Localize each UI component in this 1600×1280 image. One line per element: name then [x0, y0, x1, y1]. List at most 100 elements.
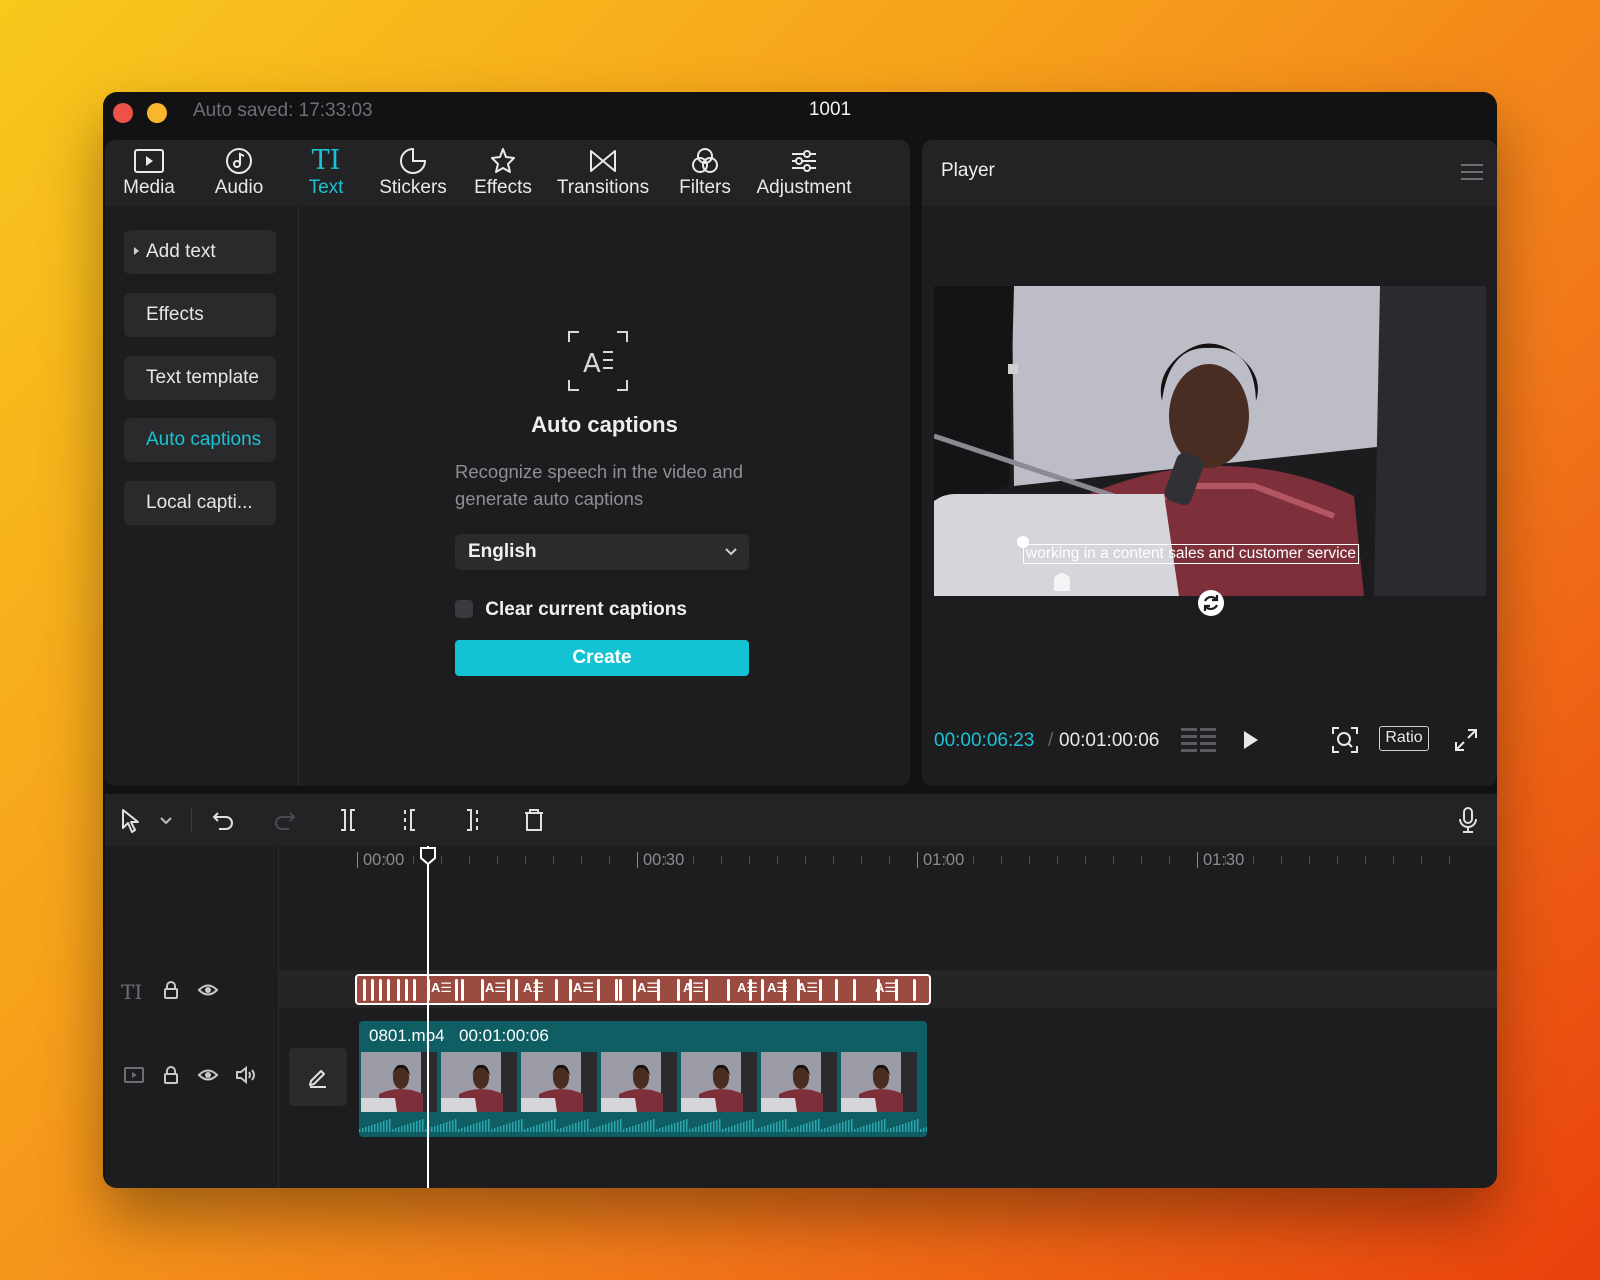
sidebar-item-effects[interactable]: Effects: [124, 293, 276, 337]
caption-segment-divider: [387, 979, 390, 1001]
tab-media-label: Media: [123, 177, 175, 198]
timecode-grid-icon[interactable]: [1181, 728, 1217, 754]
video-thumbnail: [841, 1052, 919, 1112]
tab-audio-label: Audio: [214, 177, 264, 198]
tab-stickers[interactable]: Stickers: [376, 146, 450, 206]
auto-captions-panel: A Auto captions Recognize speech in the …: [299, 206, 910, 786]
text-sidebar: Add text Effects Text template Auto capt…: [105, 206, 299, 786]
sidebar-item-auto-captions[interactable]: Auto captions: [124, 418, 276, 462]
video-clip[interactable]: 0801.mp4 00:01:00:06: [359, 1021, 927, 1137]
ratio-button[interactable]: Ratio: [1379, 726, 1429, 751]
video-thumbnail: [761, 1052, 839, 1112]
ruler-tick: [609, 856, 610, 864]
split-icon[interactable]: [337, 808, 359, 832]
chevron-down-icon[interactable]: [159, 816, 173, 826]
fullscreen-icon[interactable]: [1454, 728, 1478, 752]
lock-icon[interactable]: [162, 1065, 180, 1085]
sidebar-item-label: Auto captions: [146, 429, 262, 450]
zoom-fit-icon[interactable]: [1331, 726, 1359, 754]
ruler-tick: [1225, 856, 1226, 864]
caption-segment-label[interactable]: A☰: [573, 980, 594, 996]
menu-icon[interactable]: [1461, 164, 1483, 185]
caption-segment-label[interactable]: A☰: [637, 980, 658, 996]
ruler-tick: [413, 856, 414, 864]
microphone-icon[interactable]: [1458, 806, 1478, 834]
caption-segment-divider: [619, 979, 622, 1001]
text-icon: TI: [311, 145, 341, 176]
player-header: Player: [922, 140, 1497, 206]
timeline-panel: TI 00:00 00:30 01:00 01:30 A☰ A☰ A☰ A☰ A☰ A☰ A…: [105, 794, 1497, 1188]
lock-icon[interactable]: [162, 980, 180, 1000]
pencil-icon: [309, 1070, 326, 1088]
tab-text[interactable]: TI Text: [301, 146, 351, 206]
ruler-tick: [1001, 856, 1002, 864]
caption-segment-divider: [597, 979, 600, 1001]
ruler-tick: [721, 856, 722, 864]
caption-segment-label[interactable]: A☰: [683, 980, 704, 996]
video-preview[interactable]: working in a content sales and customer …: [934, 286, 1486, 596]
playhead[interactable]: [427, 846, 429, 1188]
eye-icon[interactable]: [197, 1066, 219, 1084]
audio-waveform: [359, 1119, 927, 1132]
tab-transitions[interactable]: Transitions: [553, 146, 653, 206]
sidebar-item-label: Local capti...: [146, 492, 253, 513]
playhead-handle[interactable]: [419, 846, 437, 866]
cursor-select-icon[interactable]: [121, 808, 141, 834]
caption-segment-label[interactable]: A☰: [523, 980, 544, 996]
toolbar-tabs: Media Audio TI Text Stickers Effects Tra…: [105, 140, 910, 206]
caption-segment-label[interactable]: A☰: [431, 980, 452, 996]
caption-segment-divider: [853, 979, 856, 1001]
caption-segment-label[interactable]: A☰: [875, 980, 896, 996]
caption-segment-divider: [569, 979, 572, 1001]
caption-segment-divider: [379, 979, 382, 1001]
video-thumbnail: [441, 1052, 519, 1112]
tab-adjustment[interactable]: Adjustment: [753, 146, 855, 206]
language-select[interactable]: English: [455, 534, 749, 570]
caption-segment-label[interactable]: A☰: [485, 980, 506, 996]
tab-media[interactable]: Media: [119, 146, 179, 206]
clear-captions-label: Clear current captions: [485, 599, 687, 620]
trim-right-icon[interactable]: [461, 808, 483, 832]
caption-segment-divider: [555, 979, 558, 1001]
clear-captions-option[interactable]: Clear current captions: [455, 598, 687, 622]
app-window: Auto saved: 17:33:03 1001 Media Audio TI…: [103, 92, 1497, 1188]
trim-left-icon[interactable]: [399, 808, 421, 832]
ruler-tick: [1085, 856, 1086, 864]
caption-segment-label[interactable]: A☰: [737, 980, 758, 996]
caption-overlay[interactable]: working in a content sales and customer …: [1023, 544, 1359, 564]
ruler-tick: [441, 856, 442, 864]
sidebar-item-local-captions[interactable]: Local capti...: [124, 481, 276, 525]
sidebar-item-text-template[interactable]: Text template: [124, 356, 276, 400]
tab-audio[interactable]: Audio: [209, 146, 269, 206]
ruler-label: 01:30: [1197, 852, 1244, 868]
sidebar-item-add-text[interactable]: Add text: [124, 230, 276, 274]
caption-segment-divider: [835, 979, 838, 1001]
caption-clip[interactable]: A☰ A☰ A☰ A☰ A☰ A☰ A☰ A☰ A☰ A☰: [355, 974, 931, 1005]
caption-segment-label[interactable]: A☰: [797, 980, 818, 996]
ruler-tick: [1169, 856, 1170, 864]
auto-captions-title: Auto captions: [531, 412, 678, 437]
video-thumbnail: [601, 1052, 679, 1112]
tab-effects[interactable]: Effects: [471, 146, 535, 206]
ruler-tick: [497, 856, 498, 864]
edit-cover-button[interactable]: [289, 1048, 347, 1106]
caption-segment-divider: [515, 979, 518, 1001]
eye-icon[interactable]: [197, 981, 219, 999]
tab-filters[interactable]: Filters: [675, 146, 735, 206]
volume-icon[interactable]: [235, 1065, 257, 1085]
clear-captions-checkbox[interactable]: [455, 600, 473, 618]
play-icon[interactable]: [1242, 729, 1260, 751]
redo-icon[interactable]: [273, 808, 297, 832]
rotate-handle-icon[interactable]: [1198, 590, 1224, 616]
create-button[interactable]: Create: [455, 640, 749, 676]
expand-triangle-icon: [134, 247, 139, 255]
undo-icon[interactable]: [211, 808, 235, 832]
caption-segment-label[interactable]: A☰: [767, 980, 788, 996]
delete-icon[interactable]: [523, 808, 545, 832]
ruler-tick: [805, 856, 806, 864]
time-ruler[interactable]: 00:00 00:30 01:00 01:30: [279, 846, 1497, 876]
ruler-tick: [889, 856, 890, 864]
ruler-tick: [749, 856, 750, 864]
tab-transitions-label: Transitions: [556, 177, 650, 198]
ruler-tick: [1029, 856, 1030, 864]
